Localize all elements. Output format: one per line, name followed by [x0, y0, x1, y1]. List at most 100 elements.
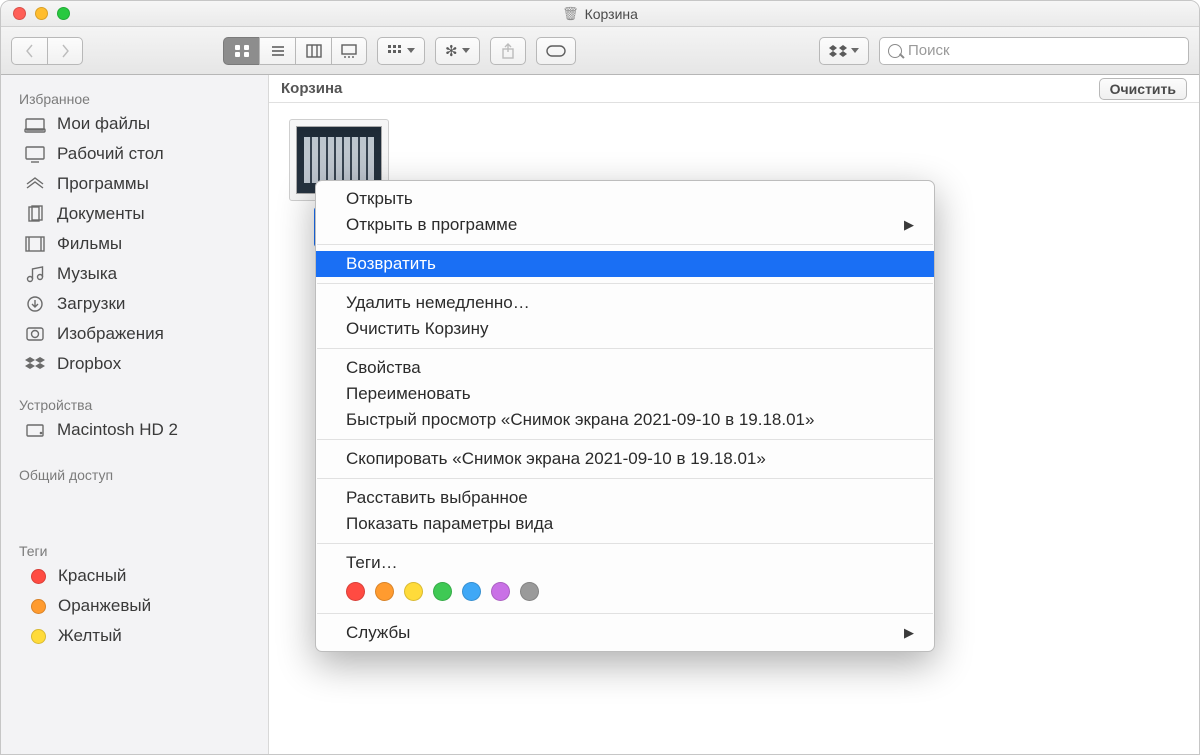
list-view-button[interactable] [259, 37, 295, 65]
sidebar-shared-header: Общий доступ [1, 459, 268, 485]
sidebar-tag-item[interactable]: Желтый [1, 621, 268, 651]
context-menu-tag-dot[interactable] [462, 582, 481, 601]
forward-button[interactable] [47, 37, 83, 65]
context-menu-item[interactable]: Возвратить [316, 251, 934, 277]
finder-window: 🗑 Корзина [0, 0, 1200, 755]
toolbar: ✻ [1, 27, 1199, 75]
pathbar: Корзина Очистить [269, 75, 1199, 103]
dropbox-icon [829, 44, 847, 58]
sidebar-item-label: Фильмы [57, 234, 122, 254]
gear-icon: ✻ [445, 42, 458, 60]
sidebar-item-label: Рабочий стол [57, 144, 164, 164]
chevron-right-icon: ▶ [904, 217, 914, 233]
context-menu-item-label: Переименовать [346, 384, 471, 404]
trash-icon: 🗑 [562, 6, 579, 22]
maximize-window-button[interactable] [57, 7, 70, 20]
tags-button[interactable] [536, 37, 576, 65]
dropbox-button-group [819, 37, 869, 65]
context-menu-item[interactable]: Быстрый просмотр «Снимок экрана 2021-09-… [316, 407, 934, 433]
sidebar-item[interactable]: Dropbox [1, 349, 268, 379]
context-menu-tag-dot[interactable] [520, 582, 539, 601]
context-menu-tag-dot[interactable] [404, 582, 423, 601]
context-menu-item-label: Расставить выбранное [346, 488, 528, 508]
sidebar-tags-header: Теги [1, 535, 268, 561]
sidebar-item-label: Изображения [57, 324, 164, 344]
sidebar-devices-header: Устройства [1, 389, 268, 415]
chevron-down-icon [462, 48, 470, 53]
sidebar-tag-item[interactable]: Оранжевый [1, 591, 268, 621]
sidebar-item-label: Загрузки [57, 294, 125, 314]
sidebar-item-label: Мои файлы [57, 114, 150, 134]
close-window-button[interactable] [13, 7, 26, 20]
context-menu-tag-dot[interactable] [491, 582, 510, 601]
share-button[interactable] [490, 37, 526, 65]
grid-icon [234, 44, 250, 58]
search-field[interactable] [879, 37, 1189, 65]
chevron-down-icon [851, 48, 859, 53]
icon-view-button[interactable] [223, 37, 259, 65]
search-icon [888, 44, 902, 58]
context-menu-tags-row [316, 576, 934, 607]
context-menu-item[interactable]: Переименовать [316, 381, 934, 407]
chevron-right-icon: ▶ [904, 625, 914, 641]
context-menu-item[interactable]: Очистить Корзину [316, 316, 934, 342]
sidebar-item[interactable]: Программы [1, 169, 268, 199]
back-button[interactable] [11, 37, 47, 65]
sidebar: Избранное Мои файлы Рабочий стол Программы… [1, 75, 269, 754]
documents-icon [23, 204, 47, 224]
sidebar-item-label: Музыка [57, 264, 117, 284]
context-menu-item[interactable]: Показать параметры вида [316, 511, 934, 537]
context-menu-item[interactable]: Удалить немедленно… [316, 290, 934, 316]
context-menu-item-label: Быстрый просмотр «Снимок экрана 2021-09-… [346, 410, 814, 430]
context-menu-separator [317, 439, 933, 440]
context-menu-item[interactable]: Расставить выбранное [316, 485, 934, 511]
context-menu-tag-dot[interactable] [346, 582, 365, 601]
titlebar: 🗑 Корзина [1, 1, 1199, 27]
context-menu-separator [317, 478, 933, 479]
column-view-button[interactable] [295, 37, 331, 65]
sidebar-item[interactable]: Рабочий стол [1, 139, 268, 169]
sidebar-favorites-header: Избранное [1, 83, 268, 109]
window-title-text: Корзина [585, 6, 638, 22]
context-menu-item[interactable]: Скопировать «Снимок экрана 2021-09-10 в … [316, 446, 934, 472]
context-menu-tag-dot[interactable] [433, 582, 452, 601]
context-menu-item[interactable]: Службы ▶ [316, 620, 934, 646]
chevron-down-icon [407, 48, 415, 53]
downloads-icon [23, 294, 47, 314]
nav-buttons [11, 37, 83, 65]
arrange-button-group [377, 37, 425, 65]
sidebar-item[interactable]: Документы [1, 199, 268, 229]
gallery-view-button[interactable] [331, 37, 367, 65]
columns-icon [306, 44, 322, 58]
sidebar-item[interactable]: Загрузки [1, 289, 268, 319]
context-menu-tag-dot[interactable] [375, 582, 394, 601]
context-menu-item[interactable]: Открыть [316, 186, 934, 212]
dropbox-toolbar-button[interactable] [819, 37, 869, 65]
all-files-icon [23, 114, 47, 134]
search-input[interactable] [908, 42, 1180, 59]
empty-trash-button[interactable]: Очистить [1099, 78, 1187, 100]
context-menu-item-label: Показать параметры вида [346, 514, 553, 534]
sidebar-item[interactable]: Изображения [1, 319, 268, 349]
arrange-button[interactable] [377, 37, 425, 65]
context-menu-item[interactable]: Открыть в программе ▶ [316, 212, 934, 238]
sidebar-item[interactable]: Фильмы [1, 229, 268, 259]
context-menu-item-label: Службы [346, 623, 410, 643]
pictures-icon [23, 324, 47, 344]
context-menu-item-label: Скопировать «Снимок экрана 2021-09-10 в … [346, 449, 766, 469]
context-menu-item-label: Открыть в программе [346, 215, 517, 235]
context-menu-separator [317, 283, 933, 284]
sidebar-item[interactable]: Мои файлы [1, 109, 268, 139]
minimize-window-button[interactable] [35, 7, 48, 20]
context-menu-item[interactable]: Свойства [316, 355, 934, 381]
context-menu-item[interactable]: Теги… [316, 550, 934, 576]
context-menu-item-label: Свойства [346, 358, 421, 378]
sidebar-item[interactable]: Музыка [1, 259, 268, 289]
hdd-icon [23, 420, 47, 440]
tag-dot-icon [31, 569, 46, 584]
sidebar-item[interactable]: Macintosh HD 2 [1, 415, 268, 445]
action-button[interactable]: ✻ [435, 37, 480, 65]
context-menu-separator [317, 348, 933, 349]
sidebar-tag-item[interactable]: Красный [1, 561, 268, 591]
context-menu-item-label: Возвратить [346, 254, 436, 274]
